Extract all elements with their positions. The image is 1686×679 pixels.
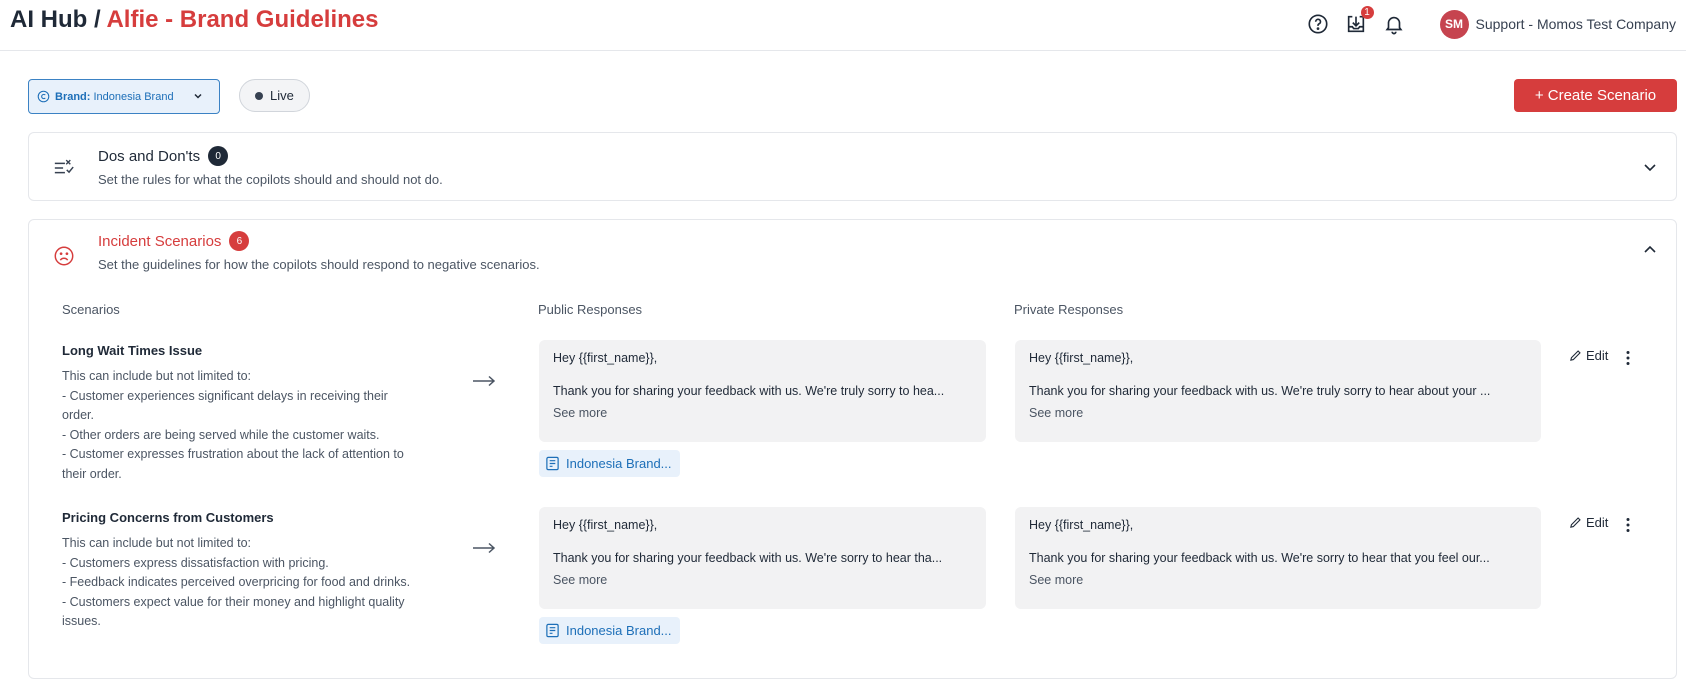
brand-select[interactable]: Brand: Indonesia Brand	[28, 79, 220, 114]
section-description: Set the guidelines for how the copilots …	[98, 257, 540, 272]
brand-select-label: Brand:	[55, 91, 90, 103]
scenario-title: Pricing Concerns from Customers	[62, 510, 274, 525]
response-body: Thank you for sharing your feedback with…	[553, 551, 972, 565]
more-options-icon[interactable]	[1625, 350, 1631, 366]
count-badge: 0	[208, 146, 228, 166]
copyright-icon	[37, 90, 50, 103]
chevron-down-icon	[193, 91, 203, 101]
chevron-down-icon[interactable]	[1642, 159, 1658, 175]
dos-donts-card[interactable]: Dos and Don'ts 0 Set the rules for what …	[28, 132, 1677, 201]
pencil-icon	[1569, 516, 1582, 529]
response-body: Thank you for sharing your feedback with…	[1029, 551, 1527, 565]
brand-tag[interactable]: Indonesia Brand...	[539, 617, 680, 644]
column-header-public: Public Responses	[538, 302, 642, 317]
arrow-right-icon	[472, 542, 496, 554]
see-more-link[interactable]: See more	[553, 406, 972, 420]
section-title: Dos and Don'ts	[98, 148, 200, 165]
edit-label: Edit	[1586, 515, 1608, 530]
scenario-title: Long Wait Times Issue	[62, 343, 202, 358]
incident-scenarios-card: Incident Scenarios 6 Set the guidelines …	[28, 219, 1677, 679]
section-description: Set the rules for what the copilots shou…	[98, 172, 443, 187]
see-more-link[interactable]: See more	[553, 573, 972, 587]
avatar[interactable]: SM	[1440, 10, 1469, 39]
status-chip[interactable]: Live	[239, 79, 310, 112]
scenario-description: This can include but not limited to: - C…	[62, 367, 422, 485]
private-response-box[interactable]: Hey {{first_name}}, Thank you for sharin…	[1015, 507, 1541, 609]
breadcrumb-separator: /	[94, 6, 101, 33]
edit-label: Edit	[1586, 348, 1608, 363]
dos-donts-title-row: Dos and Don'ts 0	[98, 146, 228, 166]
document-icon	[545, 623, 560, 638]
breadcrumb: AI Hub / Alfie - Brand Guidelines	[10, 6, 379, 34]
brand-tag-label: Indonesia Brand...	[566, 456, 672, 471]
brand-select-value: Indonesia Brand	[93, 91, 173, 103]
status-dot	[255, 92, 263, 100]
page-title: Alfie - Brand Guidelines	[106, 6, 378, 33]
brand-tag-label: Indonesia Brand...	[566, 623, 672, 638]
response-greeting: Hey {{first_name}},	[553, 518, 972, 532]
header-actions: 1 SM Support - Momos Test Company	[1306, 0, 1686, 48]
public-response-box[interactable]: Hey {{first_name}}, Thank you for sharin…	[539, 507, 986, 609]
edit-button[interactable]: Edit	[1569, 515, 1608, 530]
see-more-link[interactable]: See more	[1029, 406, 1527, 420]
response-greeting: Hey {{first_name}},	[553, 351, 972, 365]
breadcrumb-root[interactable]: AI Hub	[10, 6, 87, 33]
checklist-icon	[53, 157, 75, 179]
response-body: Thank you for sharing your feedback with…	[553, 384, 972, 398]
help-icon[interactable]	[1306, 12, 1330, 36]
incident-title-row[interactable]: Incident Scenarios 6	[98, 231, 249, 251]
create-scenario-button[interactable]: + Create Scenario	[1514, 79, 1677, 112]
bell-icon[interactable]	[1382, 12, 1406, 36]
edit-button[interactable]: Edit	[1569, 348, 1608, 363]
pencil-icon	[1569, 349, 1582, 362]
sad-face-icon	[53, 245, 75, 267]
chevron-up-icon[interactable]	[1642, 242, 1658, 258]
section-title: Incident Scenarios	[98, 233, 221, 250]
status-label: Live	[270, 88, 294, 103]
column-header-private: Private Responses	[1014, 302, 1123, 317]
top-bar: AI Hub / Alfie - Brand Guidelines 1 SM S…	[0, 0, 1686, 51]
count-badge: 6	[229, 231, 249, 251]
arrow-right-icon	[472, 375, 496, 387]
document-icon	[545, 456, 560, 471]
see-more-link[interactable]: See more	[1029, 573, 1527, 587]
public-response-box[interactable]: Hey {{first_name}}, Thank you for sharin…	[539, 340, 986, 442]
response-greeting: Hey {{first_name}},	[1029, 351, 1527, 365]
brand-tag[interactable]: Indonesia Brand...	[539, 450, 680, 477]
notification-badge: 1	[1361, 6, 1374, 19]
more-options-icon[interactable]	[1625, 517, 1631, 533]
response-greeting: Hey {{first_name}},	[1029, 518, 1527, 532]
org-name[interactable]: Support - Momos Test Company	[1476, 16, 1677, 32]
scenario-description: This can include but not limited to: - C…	[62, 534, 422, 632]
response-body: Thank you for sharing your feedback with…	[1029, 384, 1527, 398]
column-header-scenarios: Scenarios	[62, 302, 120, 317]
download-inbox-icon[interactable]: 1	[1344, 12, 1368, 36]
private-response-box[interactable]: Hey {{first_name}}, Thank you for sharin…	[1015, 340, 1541, 442]
